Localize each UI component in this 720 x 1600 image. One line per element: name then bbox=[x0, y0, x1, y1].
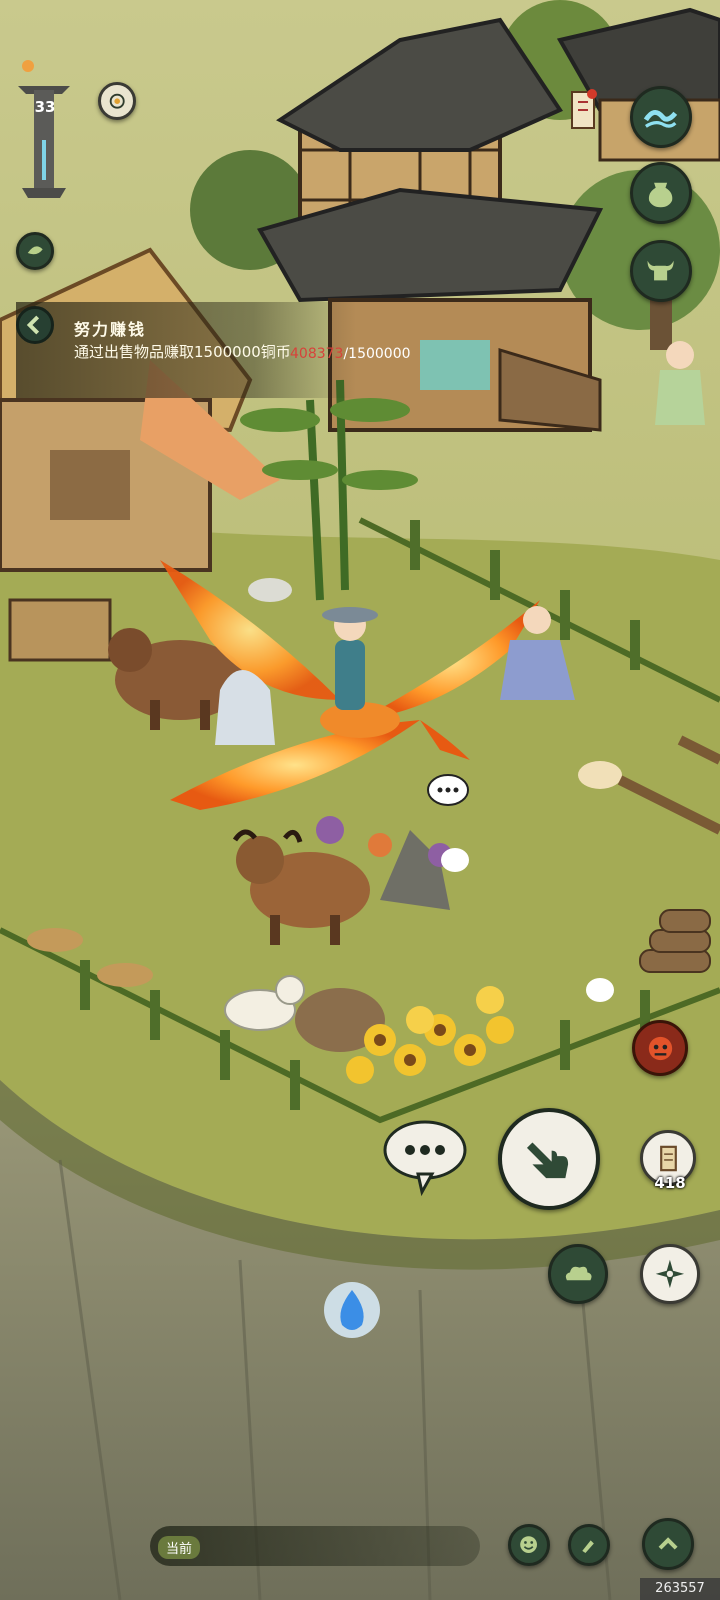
back-arrow-icon bbox=[26, 315, 40, 335]
level-tower-icon bbox=[18, 60, 70, 198]
quest-progress-current: 408373 bbox=[290, 346, 344, 362]
inventory-button[interactable] bbox=[630, 162, 692, 224]
chat-bar[interactable]: 当前 bbox=[150, 1526, 480, 1566]
chat-bubble-icon bbox=[383, 1120, 467, 1197]
cloud-skill-button[interactable] bbox=[548, 1244, 608, 1304]
quest-description: 通过出售物品赚取1500000铜币 bbox=[74, 343, 291, 361]
chat-bubble-button[interactable] bbox=[382, 1112, 468, 1198]
shuriken-skill-button[interactable] bbox=[640, 1244, 700, 1304]
shuriken-icon bbox=[655, 1259, 685, 1289]
emote-button[interactable] bbox=[508, 1524, 550, 1566]
compass-ring-icon bbox=[109, 93, 125, 109]
hand-pointer-icon bbox=[527, 1142, 569, 1179]
interact-button[interactable] bbox=[498, 1108, 600, 1210]
brush-icon bbox=[582, 1540, 595, 1554]
expand-button[interactable] bbox=[642, 1518, 694, 1570]
ox-head-icon bbox=[647, 261, 675, 281]
ox-button[interactable] bbox=[630, 240, 692, 302]
notice-scroll-button[interactable] bbox=[568, 88, 598, 132]
quest-progress: 408373/1500000 bbox=[290, 346, 411, 362]
water-wave-icon bbox=[644, 110, 678, 129]
demon-event-button[interactable] bbox=[632, 1020, 688, 1076]
chevron-up-icon bbox=[658, 1537, 678, 1550]
game-scene bbox=[0, 0, 720, 1600]
scroll-notice-icon bbox=[571, 89, 597, 129]
pouch-icon bbox=[649, 183, 673, 208]
demon-mask-icon bbox=[648, 1036, 672, 1060]
compass-button[interactable] bbox=[98, 82, 136, 120]
quest-collapse-button[interactable] bbox=[16, 306, 54, 344]
player-level: 33 bbox=[34, 98, 56, 116]
leaf-button[interactable] bbox=[16, 232, 54, 270]
level-indicator[interactable]: 33 bbox=[14, 60, 74, 200]
leaf-icon bbox=[27, 246, 43, 255]
cloud-icon bbox=[565, 1266, 592, 1281]
watermark: 263557 bbox=[640, 1578, 720, 1600]
quest-progress-total: /1500000 bbox=[343, 346, 411, 362]
quest-panel[interactable]: 努力赚钱 通过出售物品赚取1500000铜币 408373/1500000 bbox=[16, 302, 411, 398]
smile-icon bbox=[520, 1536, 538, 1554]
map-scroll-count: 418 bbox=[654, 1174, 686, 1192]
brush-button[interactable] bbox=[568, 1524, 610, 1566]
water-skill-button[interactable] bbox=[630, 86, 692, 148]
quest-title: 努力赚钱 bbox=[74, 320, 147, 339]
chat-channel-tag[interactable]: 当前 bbox=[158, 1536, 201, 1559]
map-scroll-icon bbox=[659, 1145, 677, 1171]
